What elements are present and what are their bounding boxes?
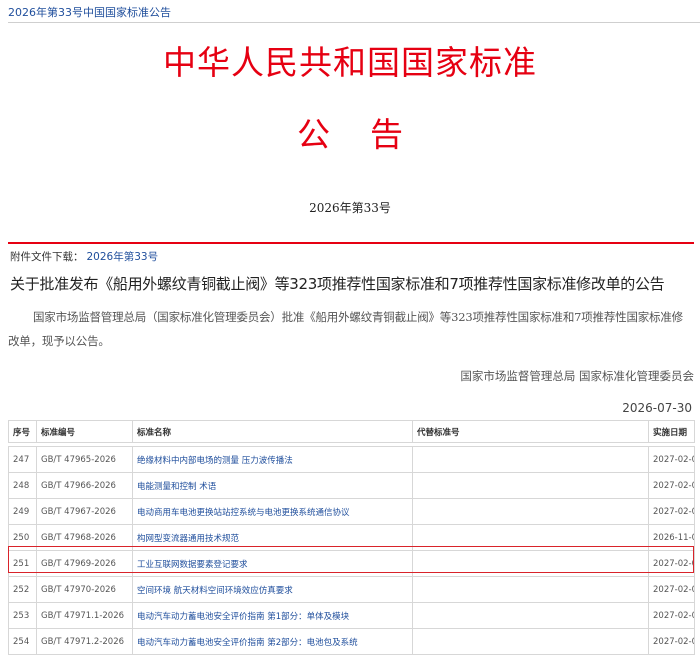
row-name-link[interactable]: 构网型变流器通用技术规范 — [132, 524, 413, 551]
table-row: 249 GB/T 47967-2026 电动商用车电池更换站站控系统与电池更换系… — [8, 498, 695, 525]
header-date: 实施日期 — [648, 420, 695, 443]
row-replaces — [412, 602, 649, 629]
table-row: 254 GB/T 47971.2-2026 电动汽车动力蓄电池安全评价指南 第2… — [8, 628, 695, 655]
row-code: GB/T 47970-2026 — [36, 576, 133, 603]
table-row-highlighted: 251 GB/T 47969-2026 工业互联网数据要素登记要求 2027-0… — [8, 550, 695, 577]
row-code: GB/T 47971.1-2026 — [36, 602, 133, 629]
header-seq: 序号 — [8, 420, 37, 443]
row-name-link[interactable]: 绝缘材料中内部电场的测量 压力波传播法 — [132, 446, 413, 473]
header-replaces: 代替标准号 — [412, 420, 649, 443]
row-replaces — [412, 472, 649, 499]
row-replaces — [412, 498, 649, 525]
attachment-label: 附件文件下载： — [10, 251, 84, 263]
row-name-link[interactable]: 电动汽车动力蓄电池安全评价指南 第1部分：单体及模块 — [132, 602, 413, 629]
breadcrumb[interactable]: 2026年第33号中国国家标准公告 — [8, 4, 171, 20]
row-code: GB/T 47966-2026 — [36, 472, 133, 499]
row-date: 2027-02-01 — [648, 498, 695, 525]
announcement-body: 国家市场监督管理总局（国家标准化管理委员会）批准《船用外螺纹青铜截止阀》等323… — [8, 310, 683, 348]
standards-table: 序号 标准编号 标准名称 代替标准号 实施日期 247 GB/T 47965-2… — [8, 420, 695, 655]
row-replaces — [412, 550, 649, 577]
issue-number: 2026年第33号 — [309, 201, 391, 215]
attachment-row: 附件文件下载： 2026年第33号 — [10, 249, 158, 264]
red-divider — [8, 242, 694, 244]
row-replaces — [412, 576, 649, 603]
row-date: 2026-11-01 — [648, 524, 695, 551]
row-code: GB/T 47971.2-2026 — [36, 628, 133, 655]
row-replaces — [412, 628, 649, 655]
announcement-date: 2026-07-30 — [622, 401, 692, 415]
row-seq: 248 — [8, 472, 37, 499]
row-name-link[interactable]: 电动汽车动力蓄电池安全评价指南 第2部分：电池包及系统 — [132, 628, 413, 655]
row-name-link[interactable]: 电能测量和控制 术语 — [132, 472, 413, 499]
table-row: 252 GB/T 47970-2026 空间环境 航天材料空间环境效应仿真要求 … — [8, 576, 695, 603]
attachment-download-link[interactable]: 2026年第33号 — [87, 251, 159, 263]
announcement-signer: 国家市场监督管理总局 国家标准化管理委员会 — [460, 369, 694, 383]
row-replaces — [412, 524, 649, 551]
row-code: GB/T 47965-2026 — [36, 446, 133, 473]
table-row: 247 GB/T 47965-2026 绝缘材料中内部电场的测量 压力波传播法 … — [8, 446, 695, 473]
table-row: 248 GB/T 47966-2026 电能测量和控制 术语 2027-02-0… — [8, 472, 695, 499]
row-seq: 253 — [8, 602, 37, 629]
row-seq: 249 — [8, 498, 37, 525]
table-row: 253 GB/T 47971.1-2026 电动汽车动力蓄电池安全评价指南 第1… — [8, 602, 695, 629]
header-name: 标准名称 — [132, 420, 413, 443]
table-header-row: 序号 标准编号 标准名称 代替标准号 实施日期 — [8, 420, 695, 443]
row-code: GB/T 47969-2026 — [36, 550, 133, 577]
row-name-link[interactable]: 空间环境 航天材料空间环境效应仿真要求 — [132, 576, 413, 603]
header-code: 标准编号 — [36, 420, 133, 443]
table-row: 250 GB/T 47968-2026 构网型变流器通用技术规范 2026-11… — [8, 524, 695, 551]
announcement-heading: 公告 — [297, 115, 443, 154]
row-code: GB/T 47967-2026 — [36, 498, 133, 525]
row-date: 2027-02-01 — [648, 550, 695, 577]
breadcrumb-divider — [8, 22, 700, 23]
row-date: 2027-02-01 — [648, 602, 695, 629]
row-replaces — [412, 446, 649, 473]
row-seq: 250 — [8, 524, 37, 551]
row-seq: 251 — [8, 550, 37, 577]
row-date: 2027-02-01 — [648, 446, 695, 473]
page-title: 中华人民共和国国家标准 — [163, 43, 537, 82]
row-seq: 247 — [8, 446, 37, 473]
row-seq: 254 — [8, 628, 37, 655]
announcement-title: 关于批准发布《船用外螺纹青铜截止阀》等323项推荐性国家标准和7项推荐性国家标准… — [10, 275, 665, 293]
row-code: GB/T 47968-2026 — [36, 524, 133, 551]
row-name-link[interactable]: 电动商用车电池更换站站控系统与电池更换系统通信协议 — [132, 498, 413, 525]
row-seq: 252 — [8, 576, 37, 603]
row-name-link[interactable]: 工业互联网数据要素登记要求 — [132, 550, 413, 577]
row-date: 2027-02-01 — [648, 576, 695, 603]
row-date: 2027-02-01 — [648, 628, 695, 655]
row-date: 2027-02-01 — [648, 472, 695, 499]
